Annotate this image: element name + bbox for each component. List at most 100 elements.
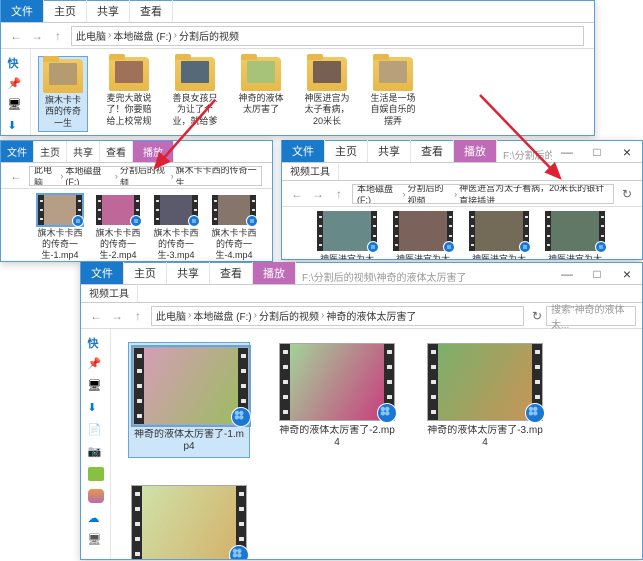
close-icon[interactable]: × — [612, 142, 642, 162]
tab-view[interactable]: 查看 — [130, 0, 173, 22]
app-shortcut-icon[interactable] — [88, 489, 104, 503]
tab-home[interactable]: 主页 — [325, 140, 368, 162]
address-bar[interactable]: 本地磁盘 (F:)› 分割后的视频› 神医进宫为太子看病，20米长的银针直接插进 — [352, 184, 614, 204]
video-item[interactable]: 神奇的液体太厉害了-2.mp4 — [277, 343, 397, 449]
breadcrumb-pc[interactable]: 此电脑 — [76, 28, 106, 43]
ribbon-tabs: 文件 主页 共享 查看 — [1, 1, 594, 23]
address-bar[interactable]: 此电脑› 本地磁盘 (F:)› 分割后的视频› 神奇的液体太厉害了 — [151, 306, 524, 326]
video-item[interactable]: 神医进宫为太子... — [316, 211, 378, 259]
window-title-path: F:\分割后的视频\神医进宫为太子看病，20米长的银针... — [497, 147, 552, 162]
folder-icon — [43, 59, 83, 93]
folder-item[interactable]: 善良女孩只为让了个业，就给爹 — [171, 57, 219, 127]
window-title-path: F:\分割后的视频\神奇的液体太厉害了 — [296, 269, 552, 284]
breadcrumb-current[interactable]: 旗木卡卡西的传奇一生 — [176, 166, 257, 186]
video-label: 旗木卡卡西的传奇一生-3.mp4 — [153, 228, 199, 260]
folder-item[interactable]: 神医进宫为太子看病，20米长 — [303, 57, 351, 127]
video-item[interactable]: 旗木卡卡西的传奇一生-4.mp4 — [211, 195, 257, 260]
minimize-icon[interactable]: — — [552, 142, 582, 162]
downloads-icon[interactable] — [8, 119, 24, 132]
pin-icon[interactable] — [88, 357, 104, 371]
refresh-icon[interactable]: ↻ — [532, 309, 542, 323]
folder-item[interactable]: 生活是一场自娱自乐的摆弄 — [369, 57, 417, 127]
nav-forward-icon[interactable]: → — [28, 27, 46, 45]
tab-share[interactable]: 共享 — [87, 0, 130, 22]
folder-item[interactable]: 麦兜大敢说了！你要赔给上校常规 — [105, 57, 153, 127]
breadcrumb-current[interactable]: 神医进宫为太子看病，20米长的银针直接插进 — [459, 184, 609, 204]
video-label: 神奇的液体太厉害了-3.mp4 — [425, 425, 545, 449]
video-item[interactable]: 旗木卡卡西的传奇一生-1.mp4 — [37, 195, 83, 260]
chevron-right-icon: › — [108, 30, 111, 41]
tab-video-tools[interactable]: 视频工具 — [282, 161, 339, 180]
video-thumbnail — [38, 195, 82, 225]
video-item[interactable]: 旗木卡卡西的传奇一生-2.mp4 — [95, 195, 141, 260]
video-thumbnail — [96, 195, 140, 225]
this-pc-icon[interactable] — [88, 533, 104, 547]
address-bar[interactable]: 此电脑› 本地磁盘 (F:)› 分割后的视频› 旗木卡卡西的传奇一生 — [29, 166, 262, 186]
tab-file[interactable]: 文件 — [282, 140, 325, 162]
tab-home[interactable]: 主页 — [44, 0, 87, 22]
nav-forward-icon[interactable]: → — [108, 307, 126, 325]
tab-share[interactable]: 共享 — [67, 141, 100, 162]
desktop-icon[interactable] — [88, 379, 104, 393]
maximize-icon[interactable]: □ — [582, 142, 612, 162]
nav-back-icon[interactable]: ← — [288, 185, 306, 203]
documents-icon[interactable] — [88, 423, 104, 437]
video-item[interactable]: 神医进宫为太子... — [544, 211, 606, 259]
quick-access-icon[interactable]: 快 — [88, 335, 104, 349]
tab-video-tools[interactable]: 视频工具 — [81, 283, 138, 302]
nav-back-icon[interactable]: ← — [7, 27, 25, 45]
tab-share[interactable]: 共享 — [368, 140, 411, 162]
video-item[interactable]: 旗木卡卡西的传奇一生-3.mp4 — [153, 195, 199, 260]
pin-icon[interactable] — [8, 77, 24, 90]
video-item[interactable]: 神医进宫为太子... — [468, 211, 530, 259]
folder-item[interactable]: 旗木卡卡西的传奇一生 — [39, 57, 87, 131]
video-item[interactable]: 神奇的液体太厉害了-4.mp4 — [129, 485, 249, 559]
video-label: 神医进宫为太子... — [392, 254, 454, 259]
folder-label: 旗木卡卡西的传奇一生 — [41, 95, 85, 129]
breadcrumb-folder[interactable]: 分割后的视频 — [179, 28, 239, 43]
breadcrumb-bar: ← → ↑ 本地磁盘 (F:)› 分割后的视频› 神医进宫为太子看病，20米长的… — [282, 181, 642, 207]
nav-back-icon[interactable]: ← — [87, 307, 105, 325]
tab-view[interactable]: 查看 — [411, 140, 454, 162]
desktop-icon[interactable] — [8, 98, 24, 111]
nav-up-icon[interactable]: ↑ — [49, 27, 67, 45]
video-item[interactable]: 神奇的液体太厉害了-3.mp4 — [425, 343, 545, 449]
breadcrumb-current[interactable]: 神奇的液体太厉害了 — [326, 308, 416, 323]
address-bar[interactable]: 此电脑› 本地磁盘 (F:)› 分割后的视频 — [71, 26, 584, 46]
quick-access-icon[interactable]: 快 — [8, 55, 24, 69]
maximize-icon[interactable]: □ — [582, 264, 612, 284]
downloads-icon[interactable] — [88, 401, 104, 415]
tab-home[interactable]: 主页 — [34, 141, 67, 162]
pictures-icon[interactable] — [88, 445, 104, 459]
video-badge-icon — [519, 241, 531, 253]
onedrive-icon[interactable] — [88, 511, 104, 525]
folder-item[interactable]: 神奇的液体太厉害了 — [237, 57, 285, 116]
app-shortcut-icon[interactable] — [88, 467, 104, 481]
refresh-icon[interactable]: ↻ — [622, 187, 632, 201]
video-thumbnail — [279, 343, 395, 421]
breadcrumb-bar: ← → ↑ 此电脑› 本地磁盘 (F:)› 分割后的视频› 神奇的液体太厉害了 … — [81, 303, 642, 329]
video-badge-icon — [229, 545, 249, 559]
tab-share[interactable]: 共享 — [167, 262, 210, 284]
video-label: 神奇的液体太厉害了-1.mp4 — [133, 429, 245, 453]
tab-home[interactable]: 主页 — [124, 262, 167, 284]
tab-file[interactable]: 文件 — [81, 262, 124, 284]
video-label: 神奇的液体太厉害了-2.mp4 — [277, 425, 397, 449]
nav-forward-icon[interactable]: → — [309, 185, 327, 203]
video-item[interactable]: 神医进宫为太子... — [392, 211, 454, 259]
video-item[interactable]: 神奇的液体太厉害了-1.mp4 — [129, 343, 249, 457]
tab-file[interactable]: 文件 — [1, 0, 44, 22]
tab-view[interactable]: 查看 — [210, 262, 253, 284]
quick-access-sidebar: 快 — [81, 329, 111, 559]
tab-file[interactable]: 文件 — [1, 141, 34, 162]
nav-up-icon[interactable]: ↑ — [330, 185, 348, 203]
nav-back-icon[interactable]: ← — [7, 167, 25, 185]
minimize-icon[interactable]: — — [552, 264, 582, 284]
video-label: 旗木卡卡西的传奇一生-4.mp4 — [211, 228, 257, 260]
nav-up-icon[interactable]: ↑ — [129, 307, 147, 325]
close-icon[interactable]: × — [612, 264, 642, 284]
tab-view[interactable]: 查看 — [100, 141, 133, 162]
breadcrumb-disk[interactable]: 本地磁盘 (F:) — [113, 28, 171, 43]
video-thumbnail — [212, 195, 256, 225]
search-input[interactable]: 搜索"神奇的液体太... — [546, 306, 636, 326]
